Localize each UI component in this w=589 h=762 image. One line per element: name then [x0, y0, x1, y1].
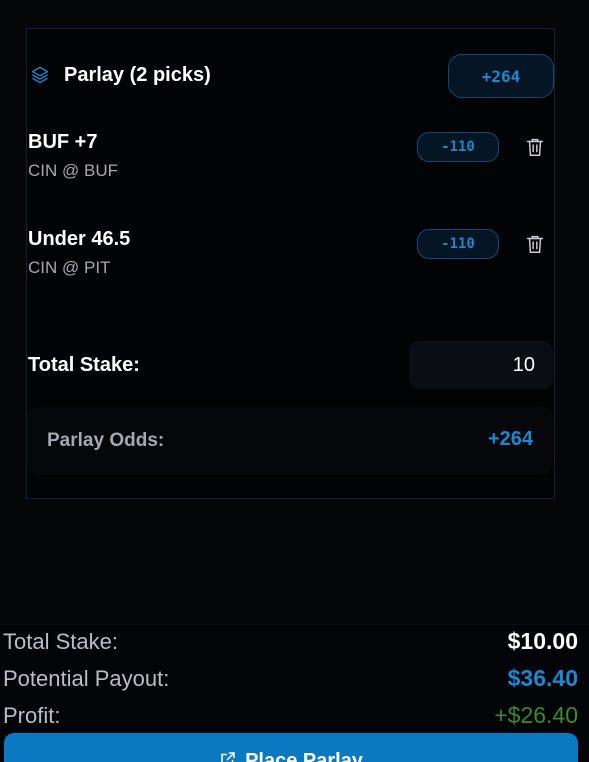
- profit-label: Profit:: [3, 703, 61, 728]
- parlay-odds-label: Parlay Odds:: [47, 430, 165, 451]
- pick-odds-badge: -110: [417, 132, 499, 162]
- layers-icon: [31, 66, 49, 84]
- pick-item: BUF +7 CIN @ BUF -110: [27, 131, 554, 191]
- pick-selection: BUF +7: [28, 131, 98, 153]
- pick-matchup: CIN @ PIT: [28, 258, 111, 277]
- external-link-icon: [221, 752, 235, 762]
- bet-slip: Parlay (2 picks) +264 BUF +7 CIN @ BUF -…: [0, 0, 589, 762]
- pick-odds-badge: -110: [417, 229, 499, 259]
- parlay-odds-row: Parlay Odds: +264: [27, 407, 553, 475]
- trash-icon[interactable]: [524, 233, 546, 255]
- parlay-odds-value: +264: [487, 428, 533, 450]
- total-stake-value: $10.00: [507, 628, 578, 654]
- profit-value: +$26.40: [494, 702, 578, 728]
- parlay-card: Parlay (2 picks) +264 BUF +7 CIN @ BUF -…: [26, 28, 555, 499]
- trash-icon[interactable]: [524, 136, 546, 158]
- pick-selection: Under 46.5: [28, 228, 131, 250]
- parlay-odds-badge: +264: [448, 54, 554, 98]
- stake-label: Total Stake:: [28, 354, 140, 376]
- payout-label: Potential Payout:: [3, 666, 170, 691]
- place-parlay-button[interactable]: Place Parlay: [4, 733, 578, 762]
- pick-item: Under 46.5 CIN @ PIT -110: [27, 228, 554, 288]
- summary-payout: Potential Payout: $36.40: [0, 662, 589, 696]
- total-stake-label: Total Stake:: [3, 629, 118, 654]
- bet-summary: Total Stake: $10.00 Potential Payout: $3…: [0, 624, 589, 762]
- summary-total-stake: Total Stake: $10.00: [0, 625, 589, 659]
- payout-value: $36.40: [507, 665, 578, 691]
- stake-input[interactable]: [409, 341, 553, 389]
- place-parlay-label: Place Parlay: [245, 750, 363, 762]
- pick-matchup: CIN @ BUF: [28, 161, 118, 180]
- parlay-title: Parlay (2 picks): [64, 64, 211, 86]
- summary-profit: Profit: +$26.40: [0, 699, 589, 733]
- parlay-header: Parlay (2 picks) +264: [27, 29, 554, 121]
